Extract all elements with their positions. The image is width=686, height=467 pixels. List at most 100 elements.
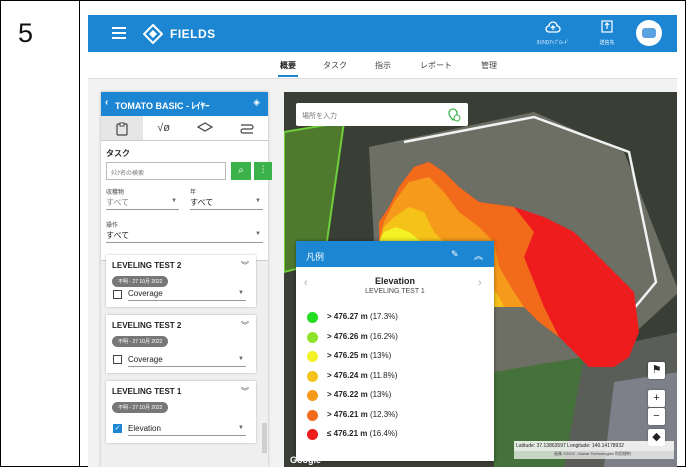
- legend-color-dot: [307, 409, 318, 421]
- layer-type-select[interactable]: Elevation ▼: [128, 424, 246, 436]
- legend-row-text: > 476.21 m (12.3%): [327, 410, 398, 419]
- legend-color-dot: [307, 331, 318, 343]
- map-search-input[interactable]: 場所を入力: [296, 103, 468, 126]
- diamond-icon[interactable]: ◈: [253, 97, 260, 108]
- legend-header: 凡例 ✎ ︽: [296, 241, 494, 267]
- year-label: 年: [190, 190, 197, 196]
- legend-value: > 476.27 m: [327, 312, 368, 321]
- legend-value: > 476.25 m: [327, 351, 368, 360]
- layer-card: LEVELING TEST 2 ︾ 不明 - 27 10月 2022 Cover…: [106, 255, 256, 307]
- tab-formula-icon[interactable]: √ø: [143, 116, 185, 140]
- chevron-down-icon: ▼: [238, 290, 244, 296]
- task-section-title: タスク: [106, 149, 130, 158]
- tab-route-icon[interactable]: [226, 116, 268, 140]
- crop-label: 収穫物: [106, 190, 125, 196]
- task-search-input[interactable]: ﾀｽｸ名の検索: [106, 162, 226, 180]
- tab-instructions[interactable]: 指示: [375, 60, 391, 71]
- task-upload-label: ﾀｽｸのｱｯﾌﾟﾛｰﾄﾞ: [536, 40, 570, 46]
- collapse-icon[interactable]: ︾: [241, 260, 249, 271]
- filter-settings-button[interactable]: ⫶: [254, 162, 272, 180]
- menu-icon[interactable]: [112, 27, 126, 39]
- layer-type-value: Coverage: [128, 355, 163, 364]
- legend-header-title: 凡例: [306, 252, 325, 262]
- map-view[interactable]: 場所を入力 凡例 ✎ ︽ ‹ › Elevation LEVELING TEST…: [284, 92, 677, 467]
- panel-icon-tabs: √ø: [101, 116, 268, 141]
- legend-subtitle: LEVELING TEST 1: [365, 288, 425, 295]
- fields-logo-icon: [143, 24, 163, 44]
- layer-card: LEVELING TEST 1 ︾ 不明 - 27 10月 2022 ✓ Ele…: [106, 381, 256, 443]
- layer-date-badge: 不明 - 27 10月 2022: [112, 276, 169, 287]
- layer-title: LEVELING TEST 2: [112, 321, 182, 330]
- tab-overview[interactable]: 概要: [278, 60, 298, 77]
- legend-row-text: > 476.24 m (11.8%): [327, 371, 397, 380]
- app-brand: FIELDS: [170, 27, 216, 41]
- layer-type-value: Coverage: [128, 289, 163, 298]
- back-arrow-icon[interactable]: ‹: [105, 97, 108, 108]
- table-divider: [79, 0, 80, 467]
- collapse-up-icon[interactable]: ︽: [474, 249, 483, 262]
- flag-button[interactable]: ⚑: [648, 362, 665, 379]
- tab-reports[interactable]: レポート: [420, 60, 452, 71]
- layer-type-select[interactable]: Coverage ▼: [128, 355, 246, 367]
- send-to-label: 送信先: [599, 40, 615, 46]
- avatar[interactable]: [636, 20, 662, 46]
- operation-label: 操作: [106, 223, 119, 229]
- zoom-out-button[interactable]: −: [648, 408, 665, 425]
- legend-color-dot: [307, 390, 318, 401]
- collapse-icon[interactable]: ︾: [241, 320, 249, 331]
- task-upload-button[interactable]: ﾀｽｸのｱｯﾌﾟﾛｰﾄﾞ: [531, 20, 575, 48]
- layer-title: LEVELING TEST 2: [112, 261, 182, 270]
- legend-percent: (16.2%): [369, 331, 398, 341]
- cloud-upload-icon: [545, 21, 561, 33]
- chevron-down-icon: ▼: [255, 198, 261, 204]
- map-attribution[interactable]: 画像 ©2022 , Maxar Technologies 利用規約: [514, 451, 674, 459]
- legend-value: > 476.22 m: [327, 390, 368, 399]
- legend-row-text: > 476.25 m (13%): [327, 351, 391, 360]
- clipboard-icon: [116, 122, 128, 136]
- operation-select[interactable]: すべて ▼: [106, 230, 263, 243]
- legend-percent: (13%): [369, 390, 392, 399]
- legend-color-dot: [307, 351, 318, 362]
- scrollbar-thumb[interactable]: [262, 423, 267, 453]
- panel-header: ‹ TOMATO BASIC - ﾚｲﾔｰ ◈: [101, 92, 268, 116]
- layer-checkbox-checked[interactable]: ✓: [113, 424, 122, 433]
- app-screenshot: FIELDS ﾀｽｸのｱｯﾌﾟﾛｰﾄﾞ 送信先 概要 タスク 指示 レポート 管…: [88, 15, 677, 467]
- year-value: すべて: [190, 198, 214, 207]
- legend-value: > 476.21 m: [327, 409, 368, 419]
- legend-row-text: ≤ 476.21 m (16.4%): [327, 429, 398, 438]
- legend-percent: (13%): [369, 351, 392, 360]
- tab-management[interactable]: 管理: [481, 60, 497, 71]
- crop-select[interactable]: すべて ▼: [106, 197, 179, 210]
- layer-card: LEVELING TEST 2 ︾ 不明 - 27 10月 2022 Cover…: [106, 315, 256, 373]
- legend-color-dot: [307, 429, 318, 440]
- layer-type-value: Elevation: [128, 424, 161, 433]
- layer-checkbox[interactable]: [113, 355, 122, 364]
- tab-layers-icon[interactable]: [185, 116, 227, 140]
- edit-icon[interactable]: ✎: [451, 249, 459, 260]
- collapse-icon[interactable]: ︾: [241, 386, 249, 397]
- legend-value: > 476.26 m: [327, 331, 368, 341]
- tab-tasks-icon[interactable]: [101, 116, 143, 140]
- export-icon: [601, 20, 613, 33]
- operation-value: すべて: [106, 231, 130, 240]
- layers-panel: ‹ TOMATO BASIC - ﾚｲﾔｰ ◈ √ø タスク ﾀｽｸ名の検索 ⌕…: [101, 92, 272, 467]
- layer-checkbox[interactable]: [113, 290, 122, 299]
- legend-value: ≤ 476.21 m: [327, 429, 368, 438]
- tab-tasks[interactable]: タスク: [323, 60, 347, 71]
- legend-title: Elevation: [374, 276, 415, 286]
- year-select[interactable]: すべて ▼: [190, 197, 263, 210]
- legend-percent: (12.3%): [369, 409, 398, 419]
- layer-type-select[interactable]: Coverage ▼: [128, 289, 246, 301]
- legend-row-text: > 476.27 m (17.3%): [327, 312, 398, 321]
- location-pin-icon[interactable]: [447, 108, 461, 122]
- chevron-down-icon: ▼: [238, 356, 244, 362]
- coordinates-readout: Latitude: 37.13863597 Longitude: 140.141…: [514, 441, 674, 451]
- search-button[interactable]: ⌕: [231, 162, 251, 180]
- layer-list-scrollbar[interactable]: [261, 263, 267, 466]
- send-to-button[interactable]: 送信先: [585, 20, 629, 48]
- zoom-in-button[interactable]: +: [648, 390, 665, 407]
- legend-percent: (11.8%): [369, 370, 398, 380]
- layer-title: LEVELING TEST 1: [112, 387, 182, 396]
- google-logo: Google: [290, 455, 321, 465]
- legend-panel: 凡例 ✎ ︽ ‹ › Elevation LEVELING TEST 1 > 4…: [296, 241, 494, 461]
